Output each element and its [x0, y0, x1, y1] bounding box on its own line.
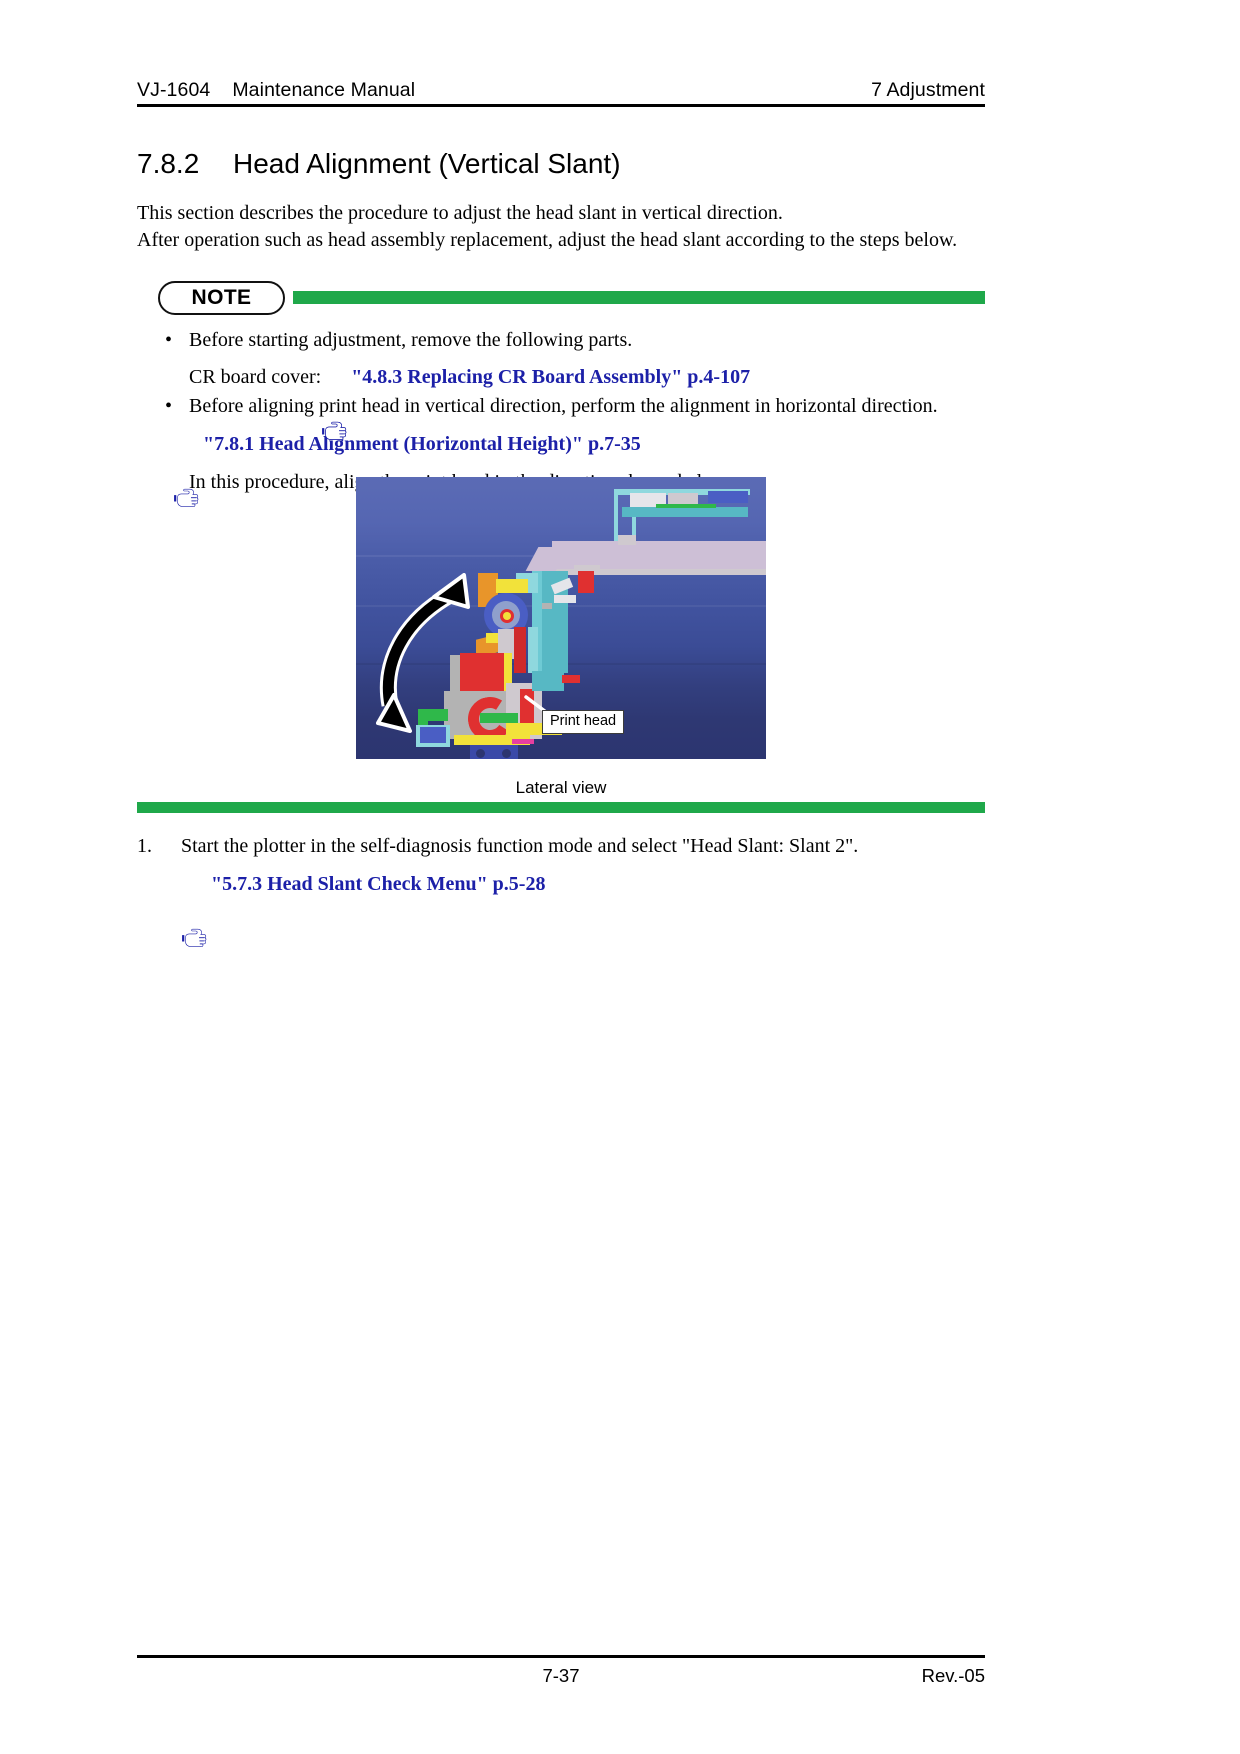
- cad-part: [502, 749, 511, 758]
- cr-board-cover-label: CR board cover:: [189, 366, 322, 388]
- footer-rule: [137, 1655, 985, 1658]
- note-bullet-text: Before aligning print head in vertical d…: [189, 395, 938, 417]
- header-chapter: 7 Adjustment: [871, 79, 985, 101]
- note-bullet-item: • Before starting adjustment, remove the…: [165, 327, 985, 354]
- step-item: 1. Start the plotter in the self-diagnos…: [137, 833, 997, 860]
- cad-part: [480, 713, 518, 723]
- header-model: VJ-1604: [137, 79, 211, 101]
- step-reference: "5.7.3 Head Slant Check Menu" p.5-28: [181, 871, 997, 947]
- revision-label: Rev.-05: [921, 1665, 985, 1686]
- cad-part: [554, 595, 576, 603]
- cad-part: [476, 749, 485, 758]
- cad-part: [512, 739, 534, 744]
- note-badge: NOTE: [158, 281, 285, 315]
- cad-part: [574, 565, 600, 571]
- note-bottom-rule: [137, 802, 985, 813]
- cad-part: [532, 671, 564, 691]
- section-number: 7.8.2: [137, 148, 200, 179]
- figure-container: Print head Lateral view: [137, 477, 985, 798]
- xref-link-5-7-3[interactable]: "5.7.3 Head Slant Check Menu" p.5-28: [211, 871, 545, 898]
- bullet-marker-icon: •: [165, 395, 173, 417]
- head-alignment-reference: "7.8.1 Head Alignment (Horizontal Height…: [173, 431, 985, 507]
- procedure-steps: 1. Start the plotter in the self-diagnos…: [137, 833, 997, 947]
- cad-part: [614, 489, 618, 541]
- note-block: NOTE • Before starting adjustment, remov…: [137, 281, 985, 815]
- figure-caption: Lateral view: [515, 778, 607, 797]
- pointing-hand-icon: [321, 367, 351, 440]
- cad-part: [528, 627, 538, 673]
- step-text: Start the plotter in the self-diagnosis …: [181, 835, 859, 857]
- print-head-callout-label: Print head: [542, 710, 625, 734]
- cad-part: [618, 535, 636, 545]
- page-title: 7.8.2 Head Alignment (Vertical Slant): [137, 148, 987, 180]
- intro-paragraph: This section describes the procedure to …: [137, 200, 997, 254]
- document-page: VJ-1604 Maintenance Manual 7 Adjustment …: [0, 0, 1240, 1754]
- pointing-hand-icon: [181, 874, 211, 947]
- header-left: VJ-1604 Maintenance Manual: [137, 79, 415, 102]
- section-title: Head Alignment (Vertical Slant): [233, 148, 621, 179]
- cad-part: [542, 603, 552, 609]
- note-bullet-item: • Before aligning print head in vertical…: [165, 393, 985, 420]
- note-top-rule: [293, 291, 985, 304]
- bullet-marker-icon: •: [165, 329, 173, 351]
- header-rule: [137, 104, 985, 107]
- note-body: • Before starting adjustment, remove the…: [137, 325, 985, 507]
- cad-part: [656, 504, 716, 508]
- cad-part: [708, 491, 748, 503]
- step-number: 1.: [137, 835, 152, 857]
- intro-line-2: After operation such as head assembly re…: [137, 229, 958, 251]
- cad-part: [578, 569, 594, 593]
- xref-link-4-8-3[interactable]: "4.8.3 Replacing CR Board Assembly" p.4-…: [351, 364, 750, 391]
- note-header-row: NOTE: [137, 281, 985, 321]
- cad-part: [514, 627, 526, 673]
- cad-part: [622, 507, 748, 517]
- cad-part: [562, 675, 580, 683]
- cad-part: [496, 579, 528, 593]
- intro-line-1: This section describes the procedure to …: [137, 202, 783, 224]
- page-header: VJ-1604 Maintenance Manual 7 Adjustment: [137, 66, 985, 102]
- lateral-view-illustration: Print head: [356, 477, 766, 759]
- pointing-hand-icon: [173, 434, 203, 507]
- rotation-arrow-icon: [376, 573, 470, 733]
- page-footer: 7-37 Rev.-05: [137, 1665, 985, 1697]
- note-bullet-text: Before starting adjustment, remove the f…: [189, 329, 633, 351]
- page-number: 7-37: [542, 1665, 580, 1686]
- cad-part: [503, 612, 511, 620]
- header-manual-title: Maintenance Manual: [232, 79, 416, 101]
- cr-board-cover-reference: CR board cover: "4.8.3 Replacing CR Boar…: [189, 364, 985, 440]
- xref-link-7-8-1[interactable]: "7.8.1 Head Alignment (Horizontal Height…: [203, 431, 641, 458]
